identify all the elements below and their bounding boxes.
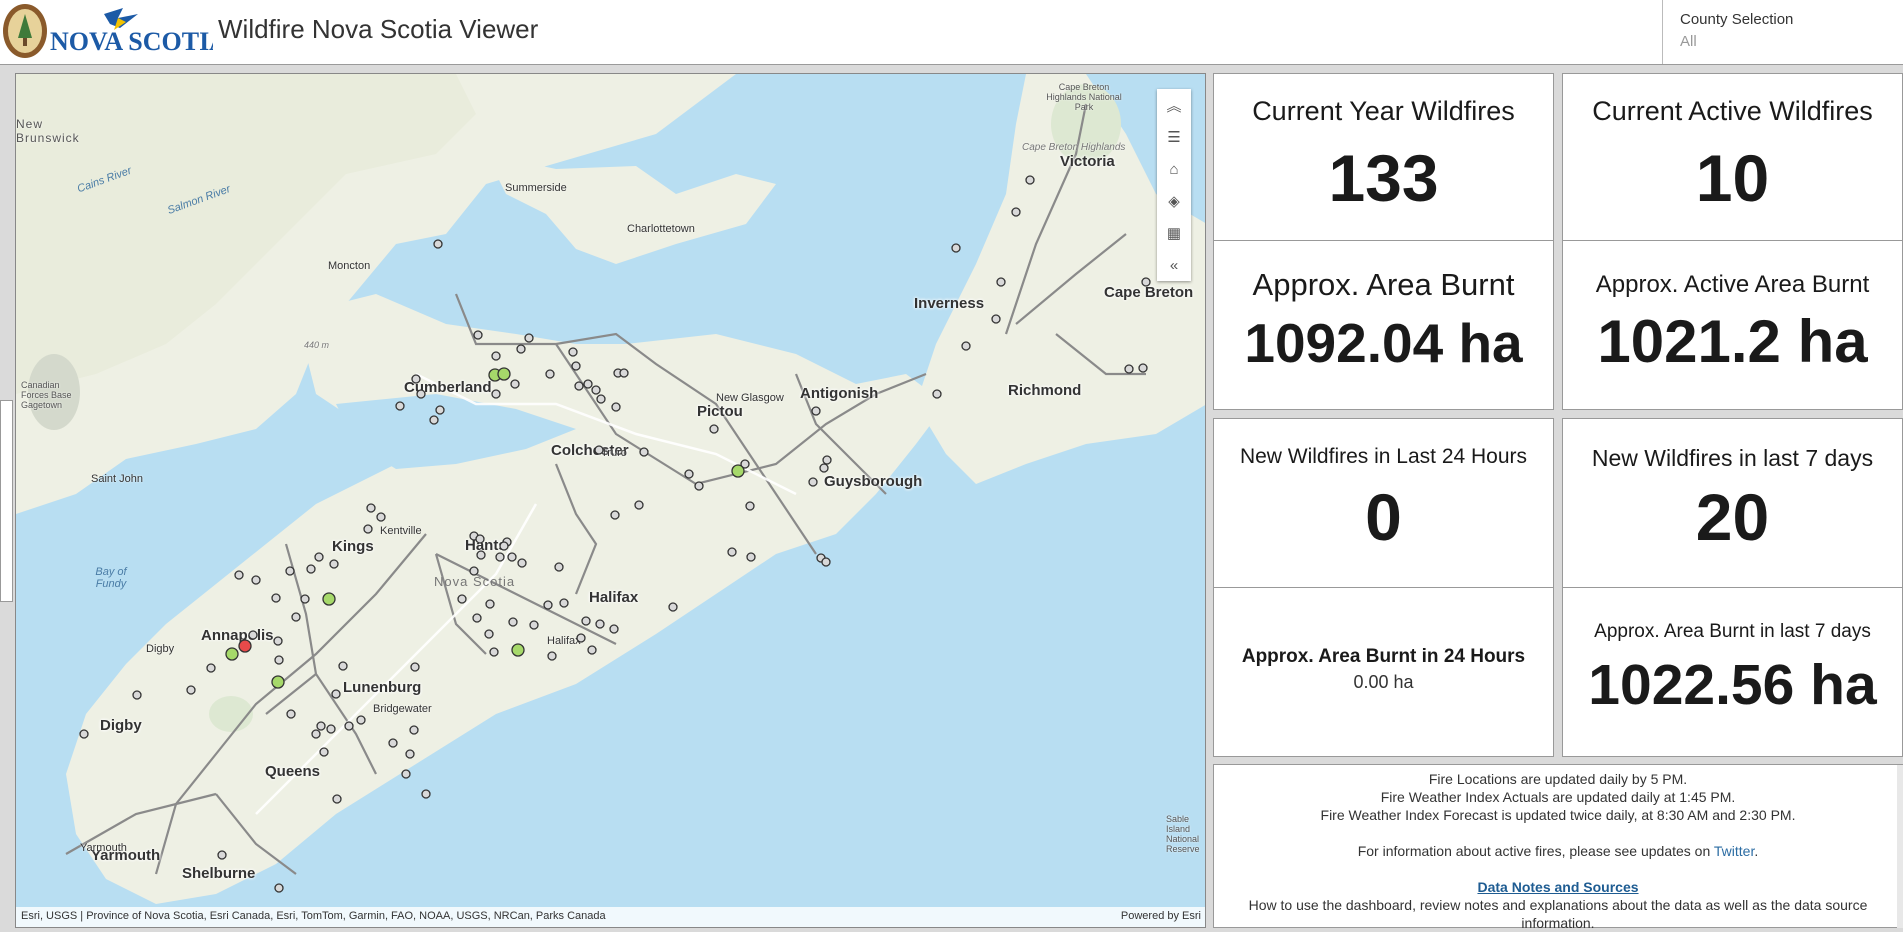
info-line-fwi-forecast: Fire Weather Index Forecast is updated t…: [1320, 807, 1796, 823]
county-label-halifax: Halifax: [589, 589, 639, 606]
town-label-charlottetown: Charlottetown: [627, 223, 695, 235]
county-label-victoria: Victoria: [1060, 153, 1115, 170]
card-title: Current Year Wildfires: [1252, 96, 1515, 126]
county-label-cape-breton: Cape Breton: [1104, 284, 1194, 301]
card-title: Approx. Area Burnt in last 7 days: [1594, 621, 1871, 642]
town-label-yarmouth: Yarmouth: [80, 842, 127, 854]
info-line-fwi-actuals: Fire Weather Index Actuals are updated d…: [1380, 789, 1736, 805]
county-label-guysborough: Guysborough: [824, 473, 923, 490]
powered-by-esri[interactable]: Powered by Esri: [1121, 910, 1201, 922]
town-label-moncton: Moncton: [328, 260, 371, 272]
county-label-inverness: Inverness: [914, 295, 985, 312]
label-elevation: 440 m: [304, 340, 330, 350]
town-label-kentville: Kentville: [380, 525, 422, 537]
side-panel-toggle[interactable]: [0, 400, 13, 602]
county-label-queens: Queens: [265, 763, 321, 780]
list-icon[interactable]: ☰: [1157, 121, 1191, 153]
card-current-active-wildfires: Current Active Wildfires 10: [1562, 73, 1903, 241]
card-value: 0.00 ha: [1353, 672, 1414, 692]
info-line-twitter: For information about active fires, plea…: [1214, 842, 1902, 860]
card-value: 0: [1365, 480, 1402, 554]
nova-scotia-seal-icon: [3, 4, 47, 58]
water-label-bay-of-fundy: Bay of Fundy: [95, 566, 127, 590]
card-value: 20: [1695, 480, 1770, 554]
county-selection-dropdown[interactable]: County Selection All: [1662, 0, 1903, 64]
card-value: 1092.04 ha: [1244, 312, 1523, 374]
card-title: Current Active Wildfires: [1592, 96, 1873, 126]
town-label-truro: Truro: [601, 447, 627, 459]
label-new-brunswick: New Brunswick: [16, 117, 80, 145]
card-value: 1021.2 ha: [1597, 308, 1868, 375]
label-cape-breton-highlands-np: Cape Breton Highlands National Park: [1046, 82, 1122, 112]
county-label-shelburne: Shelburne: [182, 865, 256, 882]
county-label-cumberland: Cumberland: [404, 379, 492, 396]
county-label-kings: Kings: [332, 538, 374, 555]
chevrons-left-icon[interactable]: «: [1157, 249, 1191, 281]
info-panel: Fire Locations are updated daily by 5 PM…: [1213, 764, 1903, 931]
card-new-wildfires-7d: New Wildfires in last 7 days 20: [1562, 418, 1903, 588]
app-header: NOVA SCOTIA Wildfire Nova Scotia Viewer …: [0, 0, 1903, 65]
town-label-new-glasgow: New Glasgow: [716, 392, 784, 404]
card-new-wildfires-24h: New Wildfires in Last 24 Hours 0: [1213, 418, 1554, 588]
card-value: 1022.56 ha: [1588, 653, 1877, 717]
card-value: 133: [1328, 141, 1439, 215]
card-current-year-wildfires: Current Year Wildfires 133: [1213, 73, 1554, 241]
wildfire-map[interactable]: Cumberland Colchester Pictou Antigonish …: [15, 73, 1206, 928]
map-attribution: Esri, USGS | Province of Nova Scotia, Es…: [16, 907, 1205, 927]
nova-scotia-logo[interactable]: NOVA SCOTIA: [48, 4, 228, 56]
info-scrollbar[interactable]: [1897, 765, 1903, 928]
county-label-pictou: Pictou: [697, 403, 743, 420]
chevrons-up-icon[interactable]: ︽: [1157, 89, 1191, 121]
county-label-lunenburg: Lunenburg: [343, 679, 422, 696]
card-title: Approx. Area Burnt: [1252, 267, 1515, 302]
card-title: Approx. Active Area Burnt: [1595, 271, 1870, 298]
province-label: Nova Scotia: [434, 574, 516, 589]
card-area-burnt-24h: Approx. Area Burnt in 24 Hours 0.00 ha: [1213, 587, 1554, 757]
card-value: 10: [1695, 141, 1770, 215]
twitter-link[interactable]: Twitter: [1714, 843, 1754, 859]
data-notes-link[interactable]: Data Notes and Sources: [1477, 879, 1638, 895]
home-icon[interactable]: ⌂: [1157, 153, 1191, 185]
county-label-antigonish: Antigonish: [800, 385, 879, 402]
twitter-prefix: For information about active fires, plea…: [1357, 843, 1711, 859]
town-label-digby: Digby: [146, 643, 175, 655]
layers-icon[interactable]: ◈: [1157, 185, 1191, 217]
county-label-hants: Hants: [465, 537, 507, 554]
town-label-saint-john: Saint John: [91, 473, 143, 485]
county-selection-value[interactable]: All: [1680, 33, 1697, 50]
town-label-halifax: Halifax: [547, 635, 581, 647]
card-area-burnt: Approx. Area Burnt 1092.04 ha: [1213, 240, 1554, 410]
town-label-bridgewater: Bridgewater: [373, 703, 432, 715]
label-gagetown: Canadian Forces Base Gagetown: [21, 380, 72, 410]
map-toolbar: ︽ ☰ ⌂ ◈ ▦ «: [1157, 89, 1191, 281]
info-line-fire-locations: Fire Locations are updated daily by 5 PM…: [1428, 771, 1688, 787]
flag-bird-icon: NOVA SCOTIA: [50, 8, 228, 56]
county-label-annapolis: Annapolis: [201, 627, 274, 644]
label-sable-island: Sable Island National Reserve: [1166, 814, 1200, 854]
county-selection-label: County Selection: [1680, 11, 1794, 28]
county-label-richmond: Richmond: [1008, 382, 1082, 399]
data-notes-description: How to use the dashboard, review notes a…: [1248, 897, 1868, 931]
qr-code-icon[interactable]: ▦: [1157, 217, 1191, 249]
attribution-text[interactable]: Esri, USGS | Province of Nova Scotia, Es…: [21, 910, 606, 922]
card-title: New Wildfires in last 7 days: [1591, 445, 1874, 471]
app-title: Wildfire Nova Scotia Viewer: [218, 14, 539, 44]
card-area-burnt-7d: Approx. Area Burnt in last 7 days 1022.5…: [1562, 587, 1903, 757]
county-label-digby: Digby: [100, 717, 142, 734]
twitter-suffix: .: [1754, 843, 1759, 859]
svg-text:NOVA SCOTIA: NOVA SCOTIA: [50, 27, 213, 56]
card-title: Approx. Area Burnt in 24 Hours: [1241, 646, 1526, 667]
card-title: New Wildfires in Last 24 Hours: [1239, 445, 1528, 468]
label-cape-breton-highlands: Cape Breton Highlands: [1022, 142, 1126, 153]
town-label-summerside: Summerside: [505, 182, 567, 194]
card-active-area-burnt: Approx. Active Area Burnt 1021.2 ha: [1562, 240, 1903, 410]
